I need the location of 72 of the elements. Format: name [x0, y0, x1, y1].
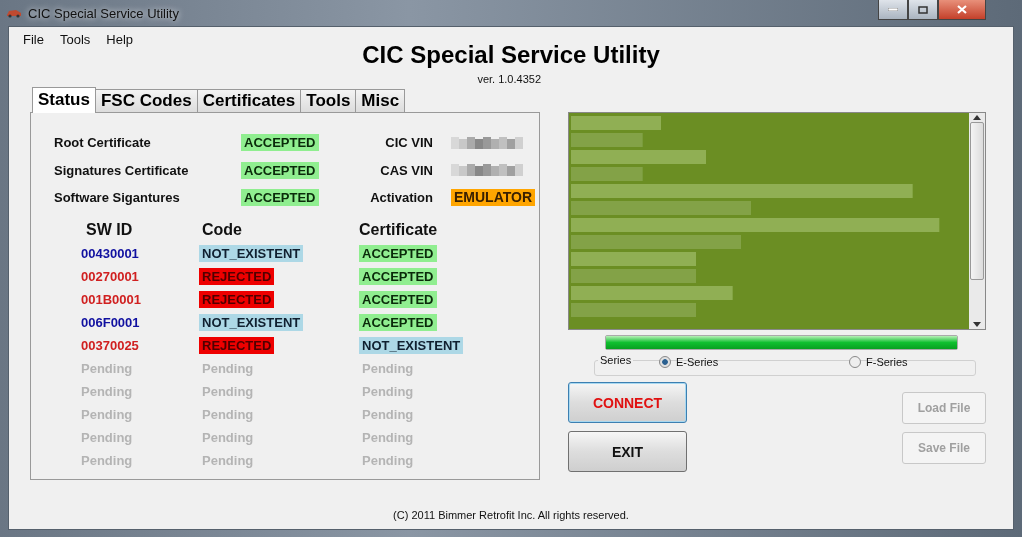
- column-header: Code: [201, 220, 243, 240]
- code-status: NOT_EXISTENT: [199, 244, 304, 262]
- column-header: SW ID: [85, 220, 134, 240]
- close-button[interactable]: [938, 0, 986, 20]
- copyright-text: (C) 2011 Bimmer Retrofit Inc. All rights reserved.: [392, 509, 630, 521]
- certificate-status: Pending: [361, 405, 415, 423]
- app-title: CIC Special Service Utility: [362, 41, 660, 69]
- minimize-button[interactable]: [878, 0, 908, 20]
- status-badge: ACCEPTED: [241, 134, 319, 152]
- menu-item[interactable]: Help: [98, 32, 142, 47]
- sw-id: Pending: [80, 406, 133, 422]
- maximize-button[interactable]: [908, 0, 938, 20]
- code-status: Pending: [201, 428, 255, 446]
- sw-id: Pending: [80, 360, 133, 376]
- certificate-status: Pending: [361, 382, 415, 400]
- certificate-status: ACCEPTED: [359, 313, 437, 331]
- certificate-status: Pending: [361, 451, 415, 469]
- menu-item[interactable]: File: [15, 32, 52, 47]
- sw-id: Pending: [80, 383, 133, 399]
- version-label: ver. 1.0.4352: [477, 73, 541, 85]
- tab[interactable]: Certificates: [196, 89, 302, 112]
- sw-id: 00270001: [80, 268, 139, 284]
- code-status: Pending: [201, 451, 255, 469]
- code-status: REJECTED: [199, 267, 275, 285]
- certificate-status: ACCEPTED: [359, 267, 437, 285]
- certificate-status: Pending: [361, 428, 415, 446]
- window-title: CIC Special Service Utility: [28, 5, 179, 21]
- status-label: Root Certificate: [54, 135, 151, 151]
- field-label: CAS VIN: [380, 162, 433, 178]
- certificate-status: Pending: [361, 359, 415, 377]
- sw-id: 00370025: [80, 337, 139, 353]
- scrollbar-thumb[interactable]: [970, 122, 984, 280]
- redacted-value: [451, 163, 523, 178]
- code-status: NOT_EXISTENT: [199, 313, 304, 331]
- field-label: Activation: [370, 190, 433, 206]
- activation-badge: EMULATOR: [451, 189, 536, 207]
- field-label: CIC VIN: [385, 135, 433, 151]
- sw-id: Pending: [80, 429, 133, 445]
- tab[interactable]: FSC Codes: [94, 89, 198, 112]
- code-status: Pending: [201, 382, 255, 400]
- connect-button[interactable]: CONNECT: [568, 382, 687, 423]
- status-badge: ACCEPTED: [241, 189, 319, 207]
- tab[interactable]: Status: [32, 87, 96, 113]
- certificate-status: ACCEPTED: [359, 290, 437, 308]
- code-status: Pending: [201, 359, 255, 377]
- radio-option[interactable]: F-Series: [849, 356, 975, 368]
- sw-id: 00430001: [80, 245, 139, 261]
- sw-id: 001B0001: [80, 291, 141, 307]
- maximize-icon: [918, 5, 928, 14]
- tab[interactable]: Tools: [300, 89, 357, 112]
- column-header: Certificate: [359, 220, 439, 240]
- certificate-status: NOT_EXISTENT: [359, 336, 464, 354]
- exit-button[interactable]: EXIT: [568, 431, 687, 472]
- car-icon: [6, 8, 22, 18]
- status-label: Signatures Certificate: [54, 162, 189, 178]
- scroll-down-icon[interactable]: [973, 322, 981, 327]
- sw-id: Pending: [80, 452, 133, 468]
- certificate-status: ACCEPTED: [359, 244, 437, 262]
- radio-option[interactable]: E-Series: [659, 356, 785, 368]
- menu-item[interactable]: Tools: [51, 32, 99, 47]
- group-label: Series: [599, 354, 633, 366]
- tab[interactable]: Misc: [355, 89, 406, 112]
- redacted-value: [451, 135, 523, 150]
- code-status: REJECTED: [199, 336, 275, 354]
- scroll-up-icon[interactable]: [973, 115, 981, 120]
- minimize-icon: [888, 8, 898, 11]
- close-icon: [957, 5, 967, 14]
- status-badge: ACCEPTED: [241, 161, 319, 179]
- status-label: Software Sigantures: [54, 190, 180, 206]
- code-status: REJECTED: [199, 290, 275, 308]
- sw-id: 006F0001: [80, 314, 140, 330]
- code-status: Pending: [201, 405, 255, 423]
